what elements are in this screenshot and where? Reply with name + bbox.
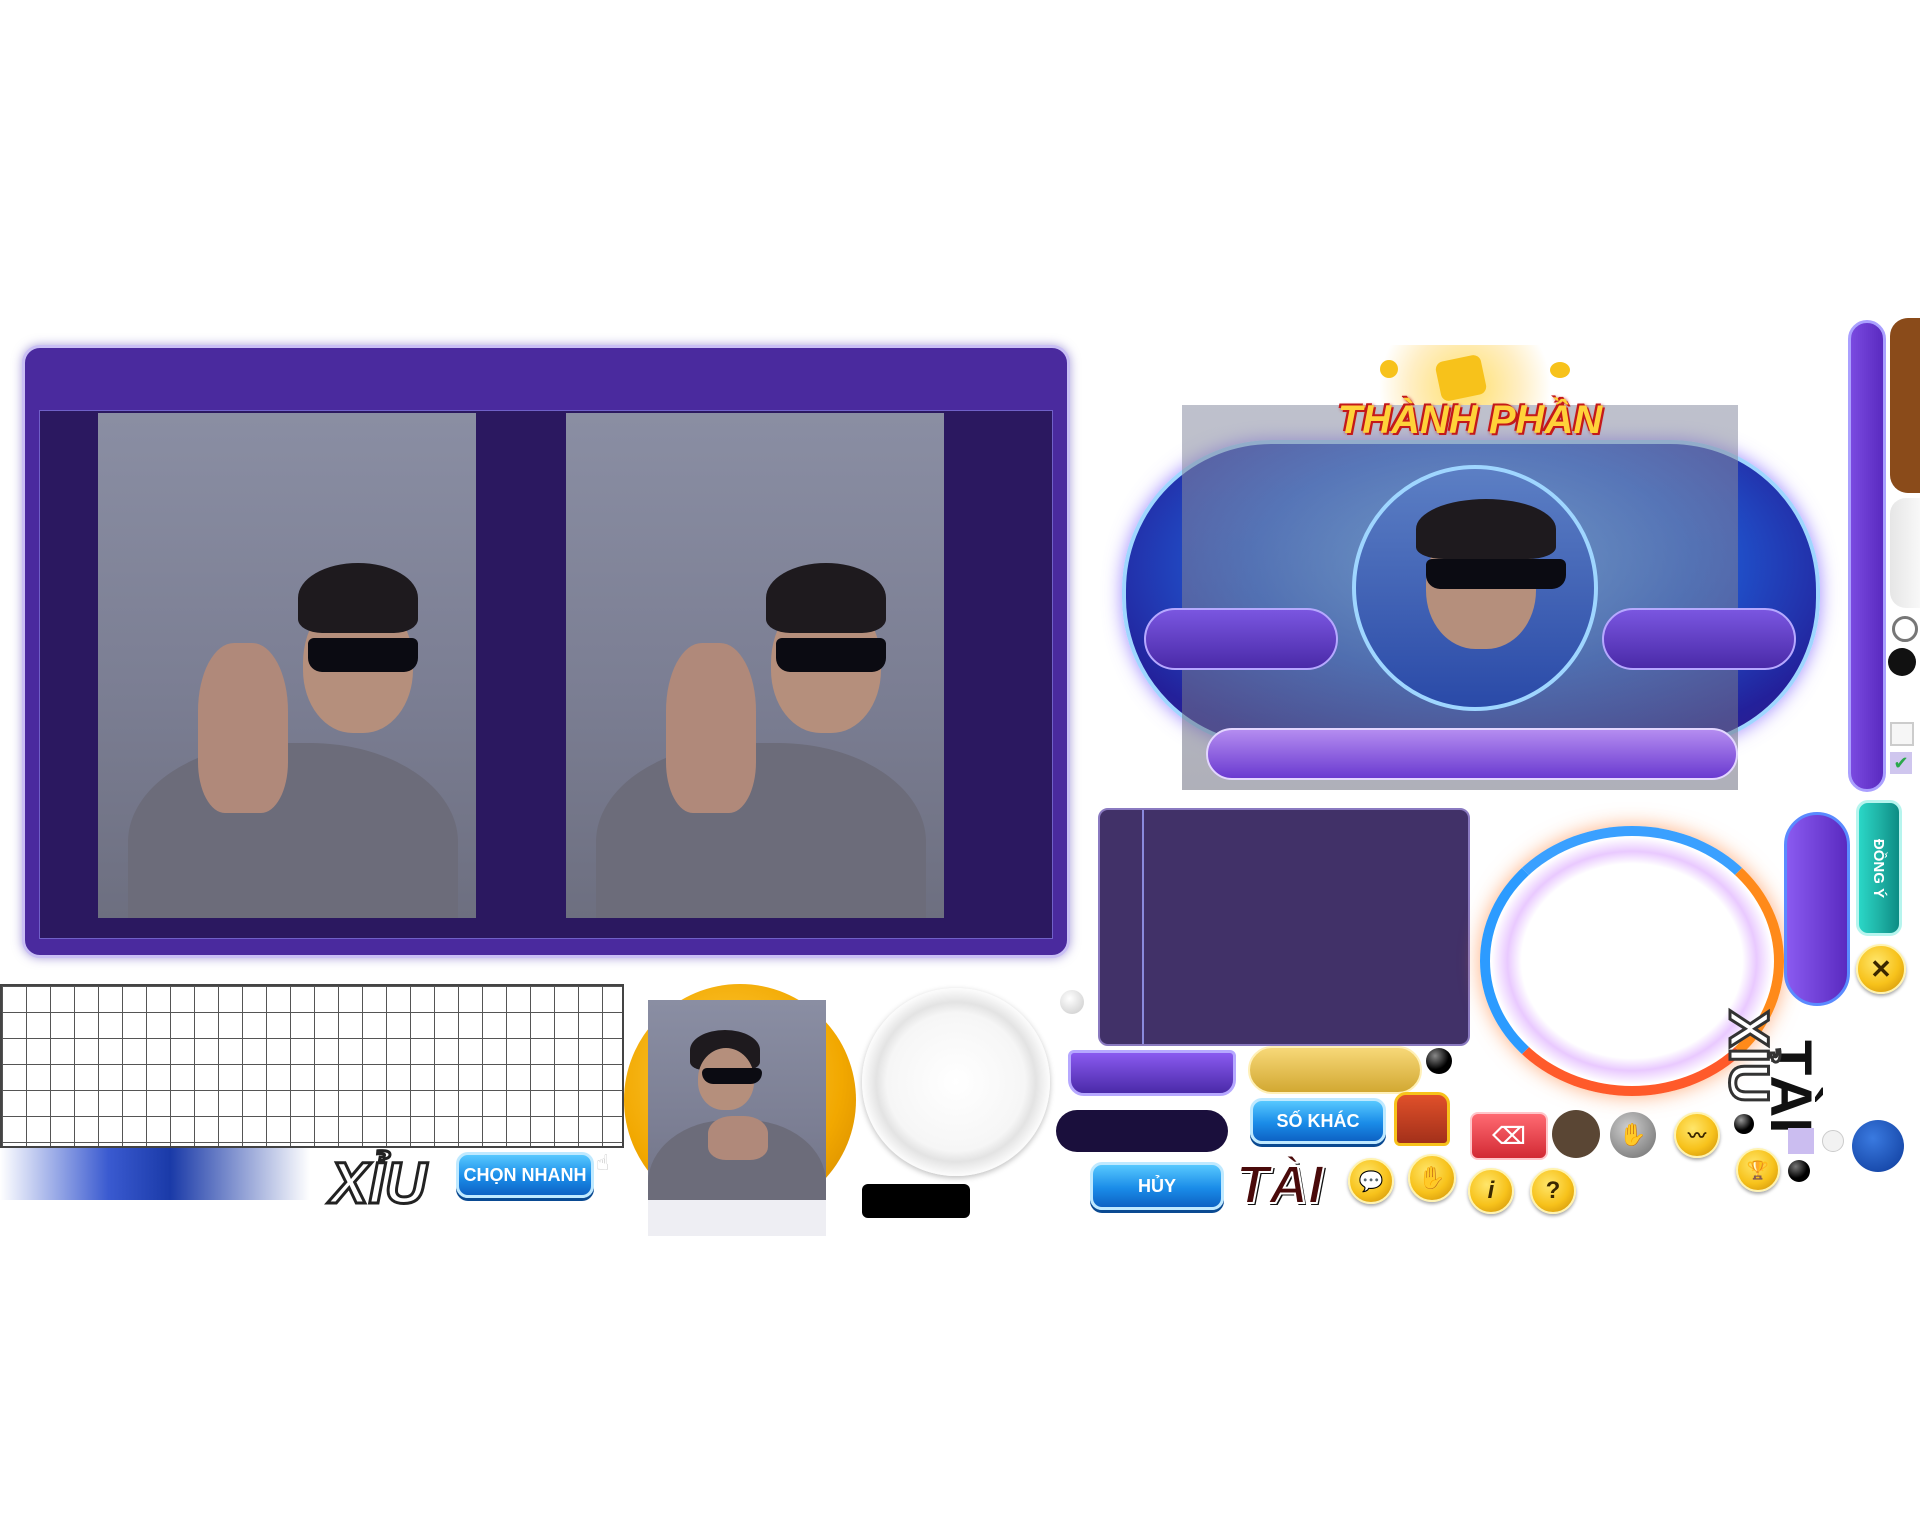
chart-icon: 〰 [1688, 1126, 1706, 1146]
xiu-label: XỈU [329, 1150, 429, 1218]
player-photo-right [566, 413, 944, 918]
right-name-bar [1602, 608, 1796, 670]
vertical-gray-bar [1890, 498, 1920, 608]
trophy-button[interactable]: 🏆 [1736, 1148, 1780, 1192]
radio-empty-icon [1892, 616, 1918, 642]
small-white-dot [1822, 1130, 1844, 1152]
white-plate [862, 988, 1050, 1176]
close-button[interactable]: ✕ [1856, 944, 1906, 994]
huy-label: HỦY [1137, 1175, 1176, 1196]
black-ball-icon [1426, 1048, 1452, 1074]
chon-nhanh-label: CHỌN NHANH [463, 1164, 587, 1185]
info-button[interactable]: i [1468, 1168, 1514, 1214]
help-icon: ? [1545, 1177, 1561, 1204]
backspace-icon: ⌫ [1492, 1122, 1526, 1150]
huy-button[interactable]: HỦY [1090, 1162, 1224, 1210]
close-icon: ✕ [1870, 953, 1892, 984]
frame-title: THÀNH PHẦN [1337, 398, 1603, 442]
brown-circle-button[interactable] [1552, 1110, 1600, 1158]
so-khac-label: SỐ KHÁC [1276, 1110, 1360, 1131]
xiu-vertical-label: XỈU [1717, 1009, 1783, 1105]
seated-player-photo [648, 1000, 826, 1236]
chon-nhanh-button[interactable]: CHỌN NHANH [456, 1152, 594, 1198]
gold-coin-icon [1380, 360, 1398, 378]
black-bar [862, 1184, 970, 1218]
tiny-black-ball-icon [1788, 1160, 1810, 1182]
gold-coin-icon [1550, 362, 1570, 378]
hand-icon: ✋ [1418, 1165, 1446, 1190]
vertical-purple-bar [1848, 320, 1886, 792]
small-black-ball-icon [1734, 1114, 1754, 1134]
dong-y-label: ĐỒNG Ý [1870, 838, 1888, 898]
radio-filled-icon [1888, 648, 1916, 676]
dark-navy-bar [1056, 1110, 1228, 1152]
result-grid [0, 984, 624, 1148]
vertical-brown-bar [1890, 318, 1920, 493]
player-photo-left [98, 413, 476, 918]
left-name-bar [1144, 608, 1338, 670]
blue-gradient-strip [0, 1148, 310, 1200]
trophy-icon: 🏆 [1746, 1159, 1770, 1180]
stop-hand-icon: ✋ [1619, 1122, 1647, 1147]
avatar-frame: THÀNH PHẦN [1120, 330, 1820, 790]
chat-button[interactable]: 💬 [1348, 1158, 1394, 1204]
dark-modal-panel [1098, 808, 1470, 1046]
small-lilac-square [1788, 1128, 1814, 1154]
tai-label: TÀI [1235, 1154, 1324, 1216]
main-panel-inner [39, 410, 1053, 939]
main-photo-panel [22, 345, 1070, 958]
checkbox-empty-icon [1890, 722, 1914, 746]
info-icon: i [1487, 1177, 1495, 1204]
purple-pill-button[interactable] [1784, 812, 1850, 1006]
chart-button[interactable]: 〰 [1674, 1112, 1720, 1158]
avatar-circle [1352, 465, 1598, 711]
treasure-icon[interactable] [1394, 1092, 1450, 1146]
purple-tray [1068, 1050, 1236, 1096]
small-gray-ball [1060, 990, 1084, 1014]
chat-icon: 💬 [1358, 1170, 1384, 1193]
so-khac-button[interactable]: SỐ KHÁC [1250, 1098, 1386, 1144]
modal-divider [1142, 810, 1144, 1044]
delete-button[interactable]: ⌫ [1470, 1112, 1548, 1160]
pointer-hand-icon: ☝ [596, 1150, 610, 1175]
blue-ball-icon [1852, 1120, 1904, 1172]
checkbox-checked-icon: ✔ [1890, 752, 1912, 774]
help-button[interactable]: ? [1530, 1168, 1576, 1214]
gray-hand-button[interactable]: ✋ [1610, 1112, 1656, 1158]
dong-y-button[interactable]: ĐỒNG Ý [1856, 800, 1902, 936]
bottom-bar [1206, 728, 1738, 780]
hand-button[interactable]: ✋ [1408, 1154, 1456, 1202]
gold-bar [1248, 1046, 1422, 1094]
